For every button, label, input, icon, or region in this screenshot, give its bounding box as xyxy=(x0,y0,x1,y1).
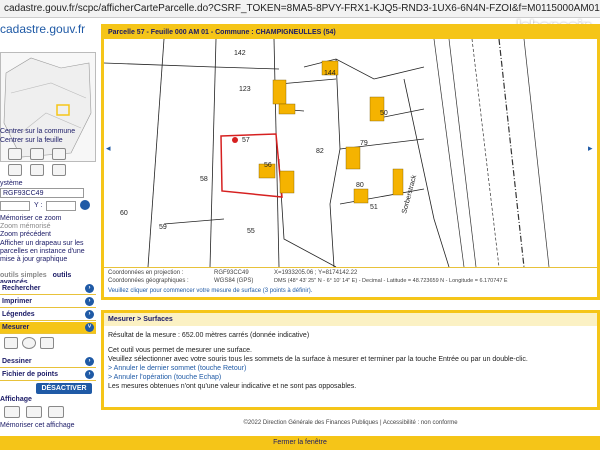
pan-right-icon[interactable]: ▸ xyxy=(588,143,593,153)
display-option-1[interactable] xyxy=(4,406,20,418)
parcel-label: 123 xyxy=(239,86,251,93)
undo-vertex-link[interactable]: > Annuler le dernier sommet (touche Reto… xyxy=(108,364,528,373)
close-window-button[interactable]: Fermer la fenêtre xyxy=(0,436,600,450)
measure-circle-button[interactable] xyxy=(22,337,36,349)
memorize-display-link[interactable]: Mémoriser cet affichage xyxy=(0,422,75,429)
panel-draw-label: Dessiner xyxy=(2,358,32,365)
overview-map[interactable] xyxy=(0,52,96,162)
go-coordinates-button[interactable] xyxy=(80,200,90,210)
tool-description: Cet outil vous permet de mesurer une sur… xyxy=(108,347,252,354)
parcel-label: 57 xyxy=(242,137,250,144)
panel-draw[interactable]: Dessiner › xyxy=(0,356,96,368)
parcel-label: 59 xyxy=(159,224,167,231)
previous-zoom-link[interactable]: Zoom précédent xyxy=(0,231,51,238)
site-logo[interactable]: cadastre.gouv.fr xyxy=(0,22,85,36)
panel-legends-label: Légendes xyxy=(2,311,35,318)
projection-select[interactable]: RGF93CC49 xyxy=(0,188,84,198)
tool-instructions: Veuillez sélectionner avec votre souris … xyxy=(108,356,528,363)
memorize-zoom-link[interactable]: Mémoriser ce zoom xyxy=(0,215,61,222)
chevron-right-icon: › xyxy=(85,297,94,306)
panel-points-file-label: Fichier de points xyxy=(2,371,59,378)
panel-search[interactable]: Rechercher › xyxy=(0,283,96,295)
display-option-3[interactable] xyxy=(48,406,64,418)
deactivate-button[interactable]: DÉSACTIVER xyxy=(36,383,92,394)
y-coordinate-input[interactable] xyxy=(46,201,76,211)
parcel-label: 58 xyxy=(200,176,208,183)
sidebar: Centrer sur la commune Centrer sur la fe… xyxy=(0,40,100,435)
measure-tool-panel: Mesurer > Surfaces Résultat de la mesure… xyxy=(101,310,600,410)
location-marker xyxy=(232,137,238,143)
panel-legends[interactable]: Légendes › xyxy=(0,309,96,321)
panel-points-file[interactable]: Fichier de points › xyxy=(0,369,96,381)
fit-button[interactable] xyxy=(52,164,66,176)
center-sheet-link[interactable]: Centrer sur la feuille xyxy=(0,137,63,144)
display-label: Affichage xyxy=(0,396,32,403)
parcel-label: 56 xyxy=(264,162,272,169)
y-label: Y : xyxy=(34,202,43,209)
overview-map-canvas xyxy=(3,57,92,158)
coordinates-bar: Coordonnées en projection : RGF93CC49 X=… xyxy=(104,267,597,297)
map-title: Parcelle 57 - Feuille 000 AM 01 - Commun… xyxy=(104,27,597,39)
zoom-out-button[interactable] xyxy=(52,148,66,160)
geographic-value: DMS (48° 43' 25" N - 6° 10' 14" E) - Dec… xyxy=(274,278,508,284)
flag-option[interactable]: Afficher un drapeau sur les parcelles en… xyxy=(0,240,96,264)
panel-measure[interactable]: Mesurer ˅ xyxy=(0,322,96,334)
parcel-label: 60 xyxy=(120,210,128,217)
footer: ©2022 Direction Générale des Finances Pu… xyxy=(243,420,458,426)
measure-tools xyxy=(4,337,96,353)
url-bar[interactable]: cadastre.gouv.fr/scpc/afficherCarteParce… xyxy=(0,0,600,18)
zoom-box-button[interactable] xyxy=(30,164,44,176)
parcel-label: 55 xyxy=(247,228,255,235)
pan-up-button[interactable] xyxy=(8,148,22,160)
parcel-label: 50 xyxy=(380,110,388,117)
cadastral-map[interactable]: 142 144 123 50 79 82 80 56 58 60 59 55 5… xyxy=(104,39,597,267)
panel-search-label: Rechercher xyxy=(2,285,41,292)
chevron-right-icon: › xyxy=(85,370,94,379)
tab-simple-tools[interactable]: outils simples xyxy=(0,272,47,279)
projection-label: ystème xyxy=(0,180,23,187)
map-panel: Parcelle 57 - Feuille 000 AM 01 - Commun… xyxy=(101,24,600,300)
pan-left-icon[interactable]: ◂ xyxy=(106,143,111,153)
center-commune-link[interactable]: Centrer sur la commune xyxy=(0,128,75,135)
panel-measure-label: Mesurer xyxy=(2,324,30,331)
panel-print[interactable]: Imprimer › xyxy=(0,296,96,308)
parcel-label: 144 xyxy=(324,70,336,77)
cancel-operation-link[interactable]: > Annuler l'opération (touche Echap) xyxy=(108,373,528,382)
measure-instruction: Veuillez cliquer pour commencer votre me… xyxy=(108,288,313,294)
panel-print-label: Imprimer xyxy=(2,298,32,305)
measure-surface-button[interactable] xyxy=(40,337,54,349)
tool-body: Résultat de la mesure : 652.00 mètres ca… xyxy=(108,331,528,391)
geographic-coords-label: Coordonnées géographiques : xyxy=(108,278,189,284)
projection-coords-label: Coordonnées en projection : xyxy=(108,270,184,276)
memorized-zoom-link[interactable]: Zoom mémorisé xyxy=(0,223,51,230)
parcel-label: 79 xyxy=(360,140,368,147)
measure-result: Résultat de la mesure : 652.00 mètres ca… xyxy=(108,332,310,339)
tool-disclaimer: Les mesures obtenues n'ont qu'une valeur… xyxy=(108,383,357,390)
projection-system: RGF93CC49 xyxy=(214,270,249,276)
projection-value: X=1933205.06 ; Y=8174142.22 xyxy=(274,270,358,276)
geographic-system: WGS84 (GPS) xyxy=(214,278,254,284)
parcel-label: 51 xyxy=(370,204,378,211)
parcel-label: 80 xyxy=(356,182,364,189)
tool-title: Mesurer > Surfaces xyxy=(104,313,597,326)
tab-bar: outils simples outils avancés xyxy=(0,272,96,286)
x-coordinate-input[interactable] xyxy=(0,201,30,211)
chevron-right-icon: › xyxy=(85,357,94,366)
select-tool-button[interactable] xyxy=(8,164,22,176)
parcel-label: 82 xyxy=(316,148,324,155)
chevron-down-icon: ˅ xyxy=(85,323,94,332)
chevron-right-icon: › xyxy=(85,284,94,293)
chevron-right-icon: › xyxy=(85,310,94,319)
parcel-label: 142 xyxy=(234,50,246,57)
measure-distance-button[interactable] xyxy=(4,337,18,349)
display-option-2[interactable] xyxy=(26,406,42,418)
zoom-in-button[interactable] xyxy=(30,148,44,160)
